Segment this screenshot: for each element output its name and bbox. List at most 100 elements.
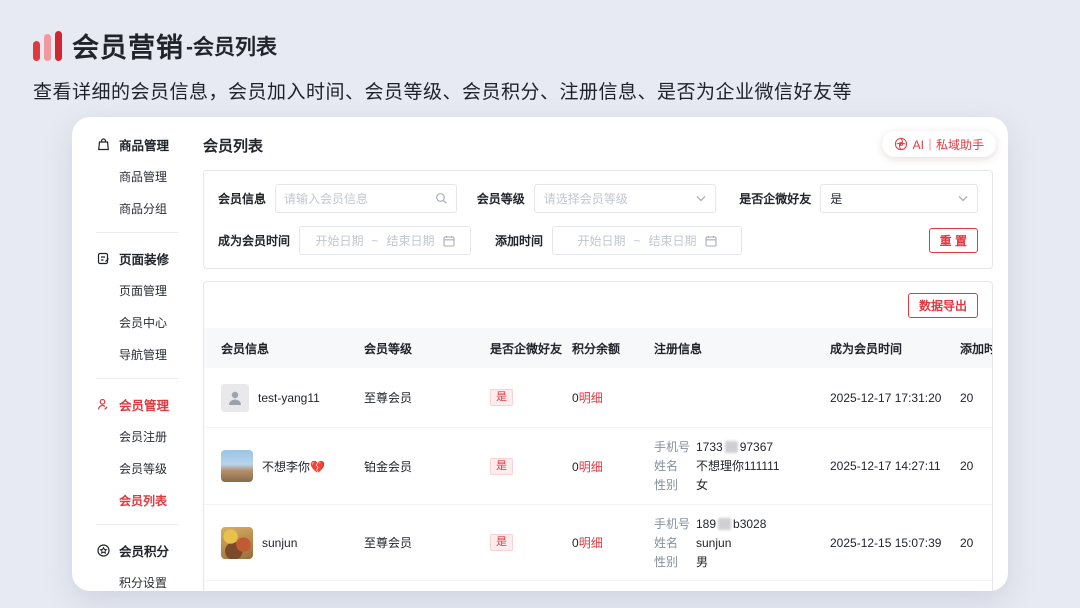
wecom-friend-label: 是否企微好友	[739, 190, 811, 207]
sidebar-item-page-manage[interactable]: 页面管理	[96, 282, 203, 299]
start-date-placeholder: 开始日期	[578, 232, 626, 249]
reg-name-value: sunjun	[696, 535, 824, 551]
register-info: 手机号 173397367 姓名 不想理你111111 性别 女	[654, 439, 830, 493]
add-time: 20	[960, 459, 992, 473]
avatar	[221, 527, 253, 559]
page-title: 会员营销	[72, 26, 184, 65]
table-row[interactable]: sunjun 至尊会员 是 0明细 手机号 189b3028 姓名 sunjun…	[204, 505, 992, 581]
reg-phone-suffix: b3028	[733, 516, 766, 532]
points-value: 0	[572, 460, 579, 474]
sidebar: 商品管理 商品管理 商品分组 页面装修 页面管理 会员中心 导航管理 会员管理 …	[72, 117, 203, 591]
member-level-label: 会员等级	[477, 190, 525, 207]
sidebar-group-member[interactable]: 会员管理	[96, 395, 203, 414]
reg-phone-prefix: 189	[696, 516, 716, 532]
date-separator: ~	[372, 234, 379, 248]
reg-phone-label: 手机号	[654, 516, 696, 532]
sidebar-group-page-decorate[interactable]: 页面装修	[96, 249, 203, 268]
col-member-info: 会员信息	[204, 340, 364, 357]
sidebar-group-label: 会员管理	[119, 395, 169, 414]
become-time: 2025-12-17 14:27:11	[830, 459, 960, 473]
filter-panel: 会员信息 会员等级 请选择会员等级 是否企微好友	[203, 170, 993, 269]
ai-flower-icon	[894, 137, 908, 151]
points-value: 0	[572, 391, 579, 405]
table-header-row: 会员信息 会员等级 是否企微好友 积分余额 注册信息 成为会员时间 添加时间	[204, 328, 992, 368]
page-title-suffix: -会员列表	[186, 31, 277, 61]
sidebar-group-goods[interactable]: 商品管理	[96, 135, 203, 154]
member-icon	[96, 397, 111, 412]
end-date-placeholder: 结束日期	[649, 232, 697, 249]
sidebar-item-points-setting[interactable]: 积分设置	[96, 574, 203, 591]
avatar	[221, 450, 253, 482]
register-info: 手机号 189b3028 姓名 sunjun 性别 男	[654, 516, 830, 570]
member-info-label: 会员信息	[218, 190, 266, 207]
points-icon	[96, 543, 111, 558]
col-member-level: 会员等级	[364, 340, 490, 357]
member-name: sunjun	[262, 536, 297, 550]
main-content: 会员列表 AI｜私域助手 会员信息 会员等级 请选择会员等级	[203, 117, 1008, 591]
reset-button[interactable]: 重 置	[929, 228, 978, 253]
sidebar-item-member-list-active[interactable]: 会员列表	[96, 492, 203, 509]
sidebar-group-points[interactable]: 会员积分	[96, 541, 203, 560]
col-become-time: 成为会员时间	[830, 340, 960, 357]
reg-gender-label: 性别	[654, 477, 696, 493]
reg-phone-suffix: 97367	[740, 439, 773, 455]
points-detail-link[interactable]: 明细	[579, 536, 603, 550]
section-title: 会员列表	[203, 135, 993, 156]
end-date-placeholder: 结束日期	[387, 232, 435, 249]
sidebar-divider	[96, 524, 179, 525]
calendar-icon	[443, 235, 455, 247]
points-detail-link[interactable]: 明细	[579, 460, 603, 474]
table-scroll-area[interactable]: 会员信息 会员等级 是否企微好友 积分余额 注册信息 成为会员时间 添加时间	[204, 328, 992, 581]
ai-assistant-label: AI｜私域助手	[913, 136, 984, 153]
wecom-friend-badge: 是	[490, 534, 513, 551]
wecom-friend-select[interactable]: 是	[820, 184, 978, 213]
wecom-friend-value: 是	[830, 190, 842, 207]
become-time: 2025-12-15 15:07:39	[830, 536, 960, 550]
export-data-button[interactable]: 数据导出	[908, 293, 978, 318]
reg-gender-value: 女	[696, 477, 824, 493]
ai-assistant-badge[interactable]: AI｜私域助手	[882, 131, 996, 157]
redacted-text	[725, 441, 738, 453]
member-level-select[interactable]: 请选择会员等级	[534, 184, 716, 213]
col-points-balance: 积分余额	[572, 340, 654, 357]
start-date-placeholder: 开始日期	[315, 232, 363, 249]
search-icon[interactable]	[435, 192, 448, 205]
add-time-range-picker[interactable]: 开始日期 ~ 结束日期	[552, 226, 742, 255]
reg-name-label: 姓名	[654, 535, 696, 551]
sidebar-divider	[96, 232, 179, 233]
sidebar-item-nav-manage[interactable]: 导航管理	[96, 346, 203, 363]
bag-icon	[96, 137, 111, 152]
date-separator: ~	[634, 234, 641, 248]
add-time: 20	[960, 536, 992, 550]
chevron-down-icon	[958, 195, 968, 202]
table-row[interactable]: test-yang11 至尊会员 是 0明细 2025-12-17 17:31:…	[204, 368, 992, 428]
add-time-label: 添加时间	[495, 232, 543, 249]
become-time-range-picker[interactable]: 开始日期 ~ 结束日期	[299, 226, 471, 255]
sidebar-item-member-center[interactable]: 会员中心	[96, 314, 203, 331]
wecom-friend-badge: 是	[490, 458, 513, 475]
member-table-panel: 数据导出 会员信息 会员等级 是否企微好友 积分余额 注册信息 成为会员时间 添…	[203, 281, 993, 591]
sidebar-item-goods-group[interactable]: 商品分组	[96, 200, 203, 217]
chevron-down-icon	[696, 195, 706, 202]
sidebar-divider	[96, 378, 179, 379]
page-header: 会员营销 -会员列表 查看详细的会员信息，会员加入时间、会员等级、会员积分、注册…	[33, 26, 852, 104]
member-level: 至尊会员	[364, 389, 490, 406]
points-value: 0	[572, 536, 579, 550]
table-row[interactable]: 不想李你💔 铂金会员 是 0明细 手机号 173397367 姓名 不想理你11…	[204, 428, 992, 505]
sidebar-item-goods-manage[interactable]: 商品管理	[96, 168, 203, 185]
sidebar-group-label: 页面装修	[119, 249, 169, 268]
become-time: 2025-12-17 17:31:20	[830, 391, 960, 405]
sidebar-item-member-register[interactable]: 会员注册	[96, 428, 203, 445]
member-level: 铂金会员	[364, 458, 490, 475]
sidebar-item-member-level[interactable]: 会员等级	[96, 460, 203, 477]
page-description: 查看详细的会员信息，会员加入时间、会员等级、会员积分、注册信息、是否为企业微信好…	[33, 77, 852, 104]
become-time-label: 成为会员时间	[218, 232, 290, 249]
avatar	[221, 384, 249, 412]
reg-phone-label: 手机号	[654, 439, 696, 455]
col-add-time: 添加时间	[960, 340, 992, 357]
member-name: test-yang11	[258, 391, 320, 405]
member-info-input[interactable]	[284, 192, 435, 206]
sidebar-group-label: 商品管理	[119, 135, 169, 154]
brand-bars-logo	[33, 31, 62, 61]
points-detail-link[interactable]: 明细	[579, 391, 603, 405]
